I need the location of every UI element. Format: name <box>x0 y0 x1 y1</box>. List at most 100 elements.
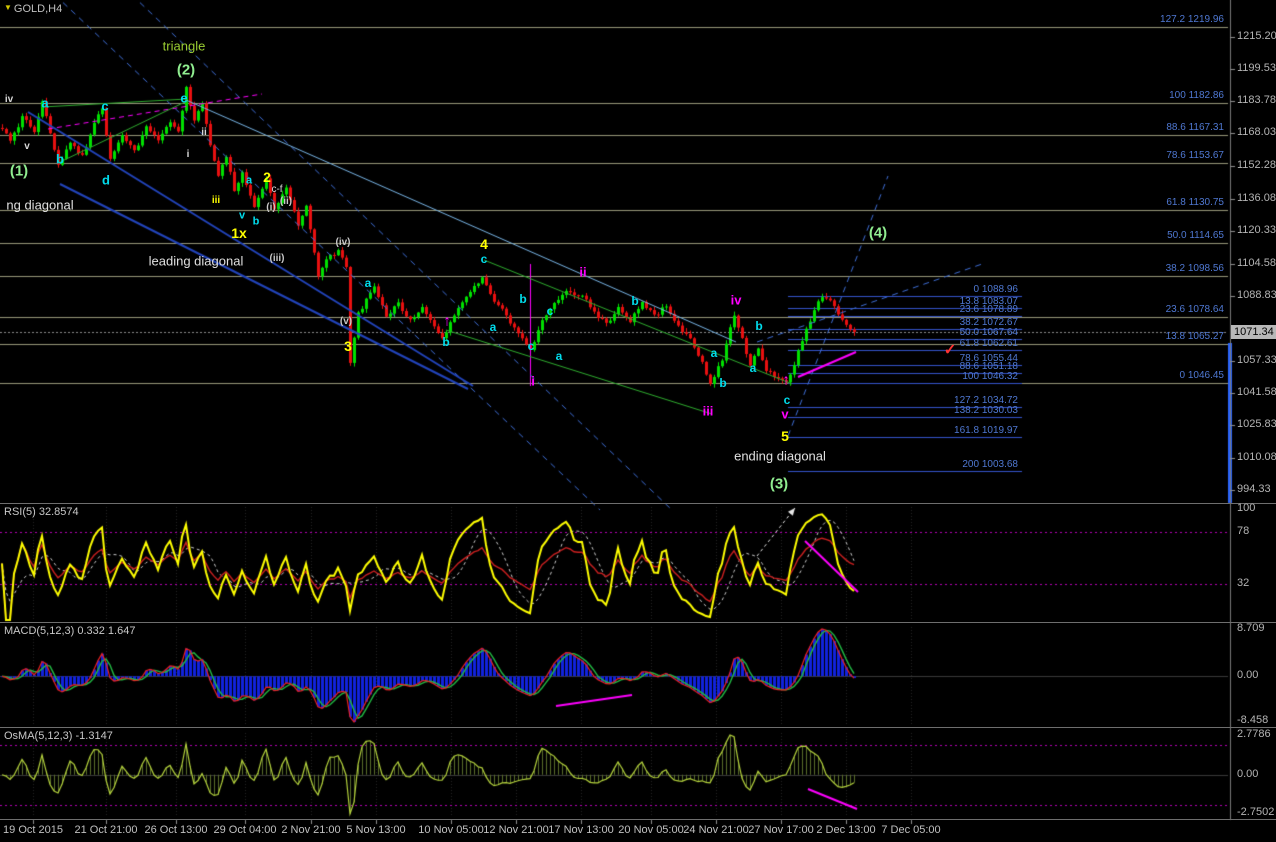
wave-label[interactable]: (1) <box>10 164 28 179</box>
fib-retracement-label[interactable]: 50.0 1114.65 <box>1167 230 1224 241</box>
osma-axis-label: 2.7786 <box>1237 728 1271 740</box>
time-axis-label: 2 Nov 21:00 <box>281 824 341 836</box>
panel-separator-main-rsi[interactable] <box>0 503 1276 504</box>
wave-label[interactable]: (3) <box>770 477 788 492</box>
wave-label[interactable]: c <box>101 100 108 113</box>
price-axis-label: 1120.33 <box>1237 224 1276 237</box>
wave-label[interactable]: a <box>246 175 252 187</box>
price-axis-label: 1183.78 <box>1237 94 1276 107</box>
wave-label[interactable]: (2) <box>177 63 195 78</box>
time-axis-label: 2 Dec 13:00 <box>816 824 876 836</box>
wave-label[interactable]: a <box>490 321 497 333</box>
up-arrow-marker[interactable]: ↑ <box>782 373 790 388</box>
wave-label[interactable]: iv <box>731 294 742 307</box>
fib-projection-label[interactable]: 0 1088.96 <box>974 284 1019 295</box>
fib-projection-label[interactable]: 50.0 1067.64 <box>960 328 1018 338</box>
wave-label[interactable]: d <box>102 174 110 187</box>
fib-retracement-label[interactable]: 13.8 1065.27 <box>1166 332 1224 342</box>
wave-label[interactable]: ng diagonal <box>6 199 73 212</box>
fib-retracement-label[interactable]: 38.2 1098.56 <box>1166 264 1224 274</box>
wave-label[interactable]: v <box>781 408 788 421</box>
panel-separator-rsi-macd[interactable] <box>0 622 1276 623</box>
fib-projection-label[interactable]: 61.8 1062.61 <box>960 338 1018 349</box>
wave-label[interactable]: a <box>41 97 48 110</box>
wave-label[interactable]: ii <box>579 266 586 279</box>
macd-axis-label: 8.709 <box>1237 622 1265 634</box>
osma-axis-label: 0.00 <box>1237 767 1259 780</box>
price-axis-label: 1199.53 <box>1237 61 1276 74</box>
symbol-timeframe-label: GOLD,H4 <box>13 3 63 15</box>
price-axis-label: 1136.08 <box>1237 191 1276 204</box>
fib-projection-label[interactable]: 100 1046.32 <box>962 372 1018 382</box>
wave-label[interactable]: c <box>784 394 791 406</box>
wave-label[interactable]: 1x <box>231 226 247 240</box>
wave-label[interactable]: ending diagonal <box>734 450 826 463</box>
price-axis-label: 1104.58 <box>1237 256 1276 269</box>
wave-label[interactable]: a <box>711 347 718 359</box>
wave-label[interactable]: b <box>442 336 449 348</box>
wave-label[interactable]: a <box>750 362 757 374</box>
fib-projection-label[interactable]: 23.6 1078.89 <box>960 305 1018 315</box>
wave-label[interactable]: (iii) <box>270 254 285 264</box>
wave-label[interactable]: v <box>239 210 245 222</box>
osma-axis-label: -2.7502 <box>1237 806 1275 818</box>
wave-label[interactable]: a <box>556 350 563 362</box>
wave-label[interactable]: iii <box>703 405 714 418</box>
wave-label[interactable]: b <box>253 216 260 228</box>
price-axis-label: 994.33 <box>1237 483 1271 495</box>
wave-label[interactable]: (v) <box>340 317 352 327</box>
wave-label[interactable]: a <box>365 277 372 289</box>
wave-label[interactable]: ✓ <box>944 343 957 358</box>
wave-label[interactable]: e <box>180 92 187 105</box>
fib-projection-label[interactable]: 138.2 1030.03 <box>954 405 1018 416</box>
fib-projection-label[interactable]: 161.8 1019.97 <box>954 426 1018 436</box>
fib-retracement-label[interactable]: 23.6 1078.64 <box>1166 304 1224 315</box>
wave-label[interactable]: ii <box>201 128 207 138</box>
wave-label[interactable]: c <box>481 253 488 265</box>
wave-label[interactable]: b <box>631 295 638 307</box>
wave-label[interactable]: i <box>187 150 190 160</box>
wave-label[interactable]: (ii) <box>280 197 292 207</box>
wave-label[interactable]: b <box>755 320 762 332</box>
fib-retracement-label[interactable]: 78.6 1153.67 <box>1166 150 1224 161</box>
wave-label[interactable]: b <box>719 377 726 389</box>
wave-label[interactable]: (iv) <box>336 238 351 248</box>
wave-label[interactable]: (4) <box>869 226 887 241</box>
wave-label[interactable]: 4 <box>480 237 488 251</box>
wave-label[interactable]: leading diagonal <box>149 255 244 268</box>
price-axis-label: 1025.83 <box>1237 418 1276 431</box>
wave-label[interactable]: iv <box>5 95 13 105</box>
price-axis-label: 1168.03 <box>1237 126 1276 139</box>
wave-label[interactable]: 3 <box>344 339 352 353</box>
rsi-indicator-label: RSI(5) 32.8574 <box>4 506 79 518</box>
fib-retracement-label[interactable]: 0 1046.45 <box>1180 370 1225 381</box>
price-axis-label: 1088.83 <box>1237 288 1276 301</box>
wave-label[interactable]: i <box>531 375 535 388</box>
fib-retracement-label[interactable]: 88.6 1167.31 <box>1166 122 1224 133</box>
wave-label[interactable]: c <box>528 340 535 352</box>
wave-label[interactable]: c <box>547 305 554 317</box>
wave-label[interactable]: 2 <box>263 170 271 184</box>
chart-title: ▼ GOLD,H4 <box>4 3 62 15</box>
wave-label[interactable]: (i) <box>266 203 275 213</box>
fib-retracement-label[interactable]: 100 1182.86 <box>1169 90 1224 101</box>
wave-label[interactable]: triangle <box>163 40 206 53</box>
wave-label[interactable]: iii <box>212 196 220 206</box>
fib-retracement-label[interactable]: 61.8 1130.75 <box>1166 197 1224 208</box>
up-arrow-marker[interactable]: ↑ <box>443 314 451 329</box>
panel-separator-macd-osma[interactable] <box>0 727 1276 728</box>
wave-label[interactable]: v <box>24 142 30 152</box>
time-axis-label: 27 Nov 17:00 <box>748 824 814 836</box>
wave-label[interactable]: b <box>56 153 64 166</box>
wave-label[interactable]: 5 <box>781 429 789 443</box>
time-axis-separator <box>0 819 1276 820</box>
price-axis-label: 1215.20 <box>1237 29 1276 42</box>
time-axis-label: 12 Nov 21:00 <box>483 824 549 836</box>
wave-label[interactable]: c-f <box>271 185 282 195</box>
wave-label[interactable]: b <box>519 293 526 305</box>
rsi-axis-label: 100 <box>1237 502 1256 514</box>
fib-retracement-label[interactable]: 127.2 1219.96 <box>1160 14 1224 25</box>
price-chart-canvas[interactable] <box>0 0 1276 842</box>
fib-projection-label[interactable]: 200 1003.68 <box>962 459 1018 470</box>
time-axis-label: 17 Nov 13:00 <box>548 824 614 836</box>
